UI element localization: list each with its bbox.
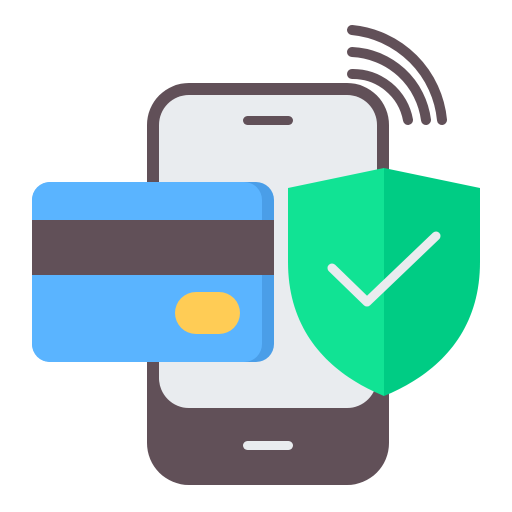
credit-card-icon xyxy=(32,182,274,362)
secure-mobile-payment-illustration xyxy=(0,0,512,512)
shield-right-half xyxy=(384,168,480,396)
phone-speaker xyxy=(243,116,293,125)
card-chip xyxy=(175,292,240,334)
phone-home-bar xyxy=(243,441,293,450)
illustration-svg xyxy=(32,25,480,485)
card-magnetic-stripe xyxy=(32,220,274,275)
